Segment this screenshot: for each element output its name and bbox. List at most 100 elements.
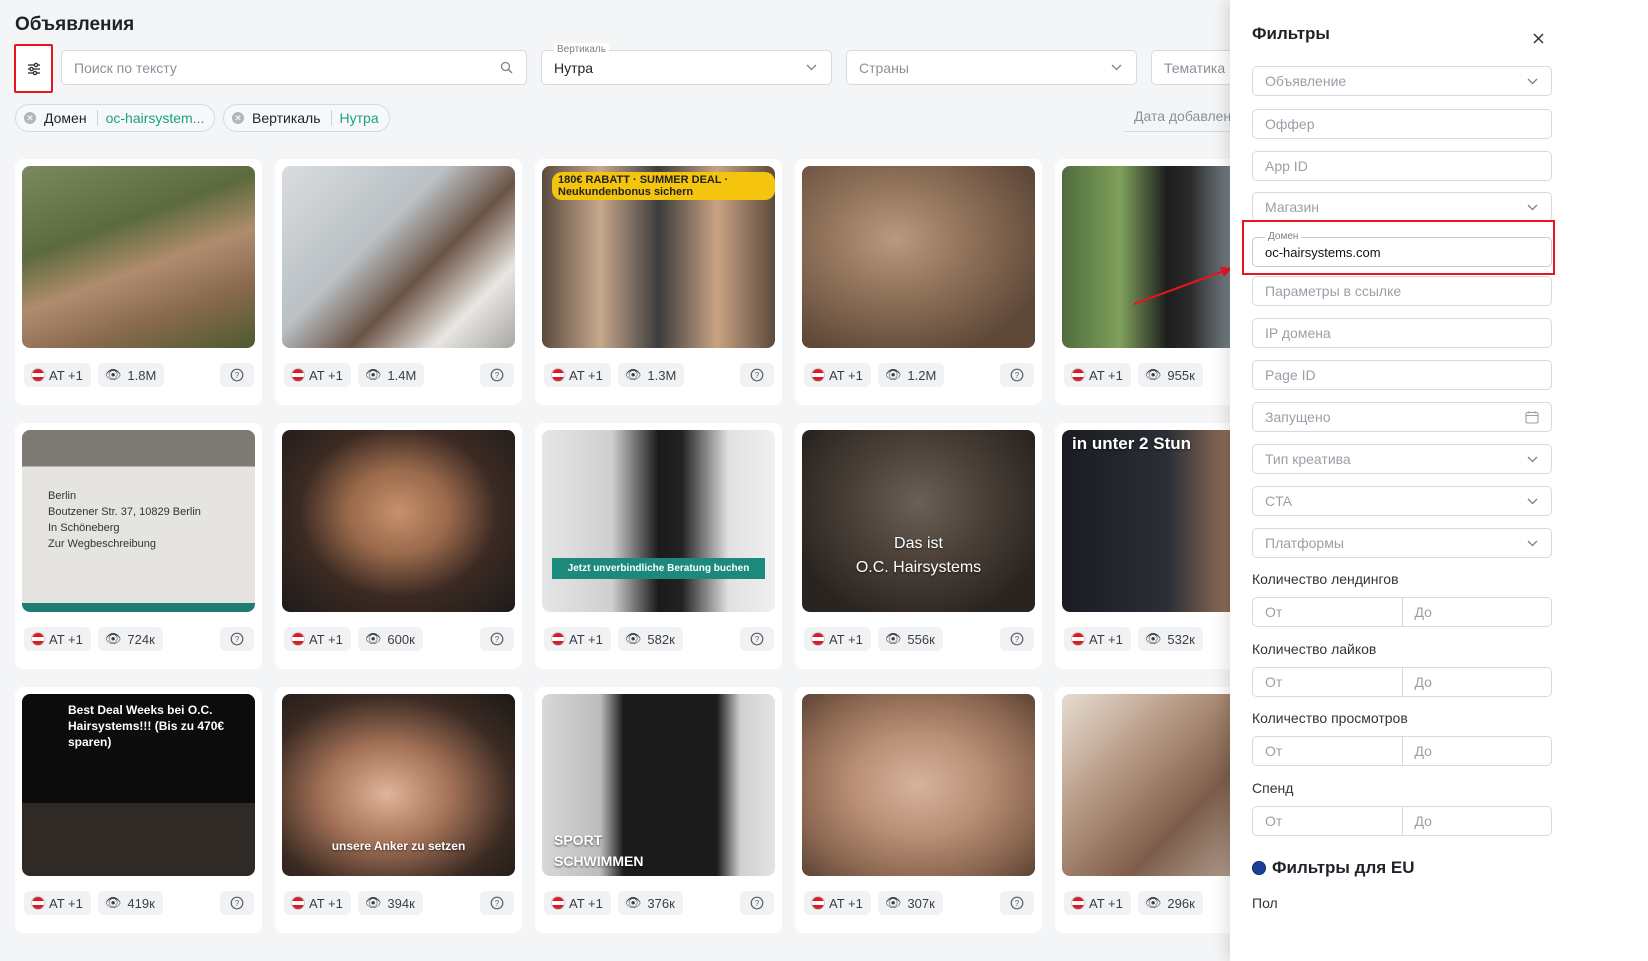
ad-card[interactable]: AT +1 👁 1.8M ?	[15, 159, 262, 405]
active-filter-chip-vertical[interactable]: ✕ Вертикаль Нутра	[223, 104, 390, 132]
ad-thumbnail[interactable]	[802, 694, 1035, 876]
help-icon[interactable]: ?	[740, 627, 774, 651]
ad-thumbnail[interactable]: unsere Anker zu setzen	[282, 694, 515, 876]
spend-range: От До	[1252, 806, 1552, 836]
austria-flag-icon	[811, 896, 825, 910]
filter-toggle-button[interactable]	[14, 44, 53, 93]
spend-from-input[interactable]: От	[1253, 807, 1402, 835]
views-badge: 👁 296к	[1137, 891, 1203, 915]
svg-text:?: ?	[755, 371, 760, 380]
ad-card[interactable]: Das ist O.C. Hairsystems AT +1 👁 556к ?	[795, 423, 1042, 669]
cta-select[interactable]: CTA	[1252, 486, 1552, 516]
eye-icon: 👁	[884, 367, 902, 382]
ad-thumbnail[interactable]	[282, 166, 515, 348]
ad-thumbnail[interactable]: Best Deal Weeks bei O.C. Hairsystems!!! …	[22, 694, 255, 876]
chevron-down-icon	[803, 60, 819, 76]
eye-icon: 👁	[364, 895, 382, 910]
remove-filter-icon[interactable]: ✕	[232, 112, 244, 124]
geo-badge: AT +1	[24, 891, 91, 915]
creative-type-select[interactable]: Тип креатива	[1252, 444, 1552, 474]
search-icon	[498, 60, 514, 76]
ad-thumbnail[interactable]	[22, 166, 255, 348]
remove-filter-icon[interactable]: ✕	[24, 112, 36, 124]
help-icon[interactable]: ?	[220, 363, 254, 387]
domain-ip-input[interactable]: IP домена	[1252, 318, 1552, 348]
views-badge: 👁 955к	[1137, 363, 1203, 387]
ad-card[interactable]: Berlin Boutzener Str. 37, 10829 Berlin I…	[15, 423, 262, 669]
spend-to-input[interactable]: До	[1401, 807, 1552, 835]
launched-date-input[interactable]: Запущено	[1252, 402, 1552, 432]
ad-select[interactable]: Объявление	[1252, 66, 1552, 96]
ad-thumbnail[interactable]: Berlin Boutzener Str. 37, 10829 Berlin I…	[22, 430, 255, 612]
likes-from-input[interactable]: От	[1253, 668, 1402, 696]
help-icon[interactable]: ?	[1000, 363, 1034, 387]
eye-icon: 👁	[884, 895, 902, 910]
svg-text:?: ?	[495, 899, 500, 908]
ad-card[interactable]: AT +1 👁 600к ?	[275, 423, 522, 669]
landings-from-input[interactable]: От	[1253, 598, 1402, 626]
ad-card[interactable]: AT +1 👁 1.4M ?	[275, 159, 522, 405]
ad-thumbnail[interactable]: 180€ RABATT · SUMMER DEAL · Neukundenbon…	[542, 166, 775, 348]
ad-thumbnail[interactable]	[802, 166, 1035, 348]
svg-text:?: ?	[235, 371, 240, 380]
views-from-input[interactable]: От	[1253, 737, 1402, 765]
ad-thumbnail[interactable]: SPORT SCHWIMMEN	[542, 694, 775, 876]
austria-flag-icon	[811, 368, 825, 382]
austria-flag-icon	[31, 896, 45, 910]
help-icon[interactable]: ?	[1000, 627, 1034, 651]
ad-thumbnail[interactable]: Das ist O.C. Hairsystems	[802, 430, 1035, 612]
svg-text:?: ?	[755, 635, 760, 644]
help-icon[interactable]: ?	[480, 627, 514, 651]
geo-badge: AT +1	[1064, 627, 1131, 651]
eu-filters-heading: Фильтры для EU	[1252, 858, 1415, 878]
chevron-down-icon	[1108, 60, 1124, 76]
offer-input[interactable]: Оффер	[1252, 109, 1552, 139]
views-badge: 👁 582к	[617, 627, 683, 651]
ad-card[interactable]: AT +1 👁 1.2M ?	[795, 159, 1042, 405]
ad-card[interactable]: Jetzt unverbindliche Beratung buchen AT …	[535, 423, 782, 669]
help-icon[interactable]: ?	[480, 891, 514, 915]
likes-count-range: От До	[1252, 667, 1552, 697]
ad-thumbnail[interactable]: Jetzt unverbindliche Beratung buchen	[542, 430, 775, 612]
ad-thumbnail[interactable]	[282, 430, 515, 612]
ad-card[interactable]: 180€ RABATT · SUMMER DEAL · Neukundenbon…	[535, 159, 782, 405]
austria-flag-icon	[291, 632, 305, 646]
help-icon[interactable]: ?	[740, 363, 774, 387]
countries-select[interactable]: Страны	[846, 50, 1137, 85]
help-icon[interactable]: ?	[740, 891, 774, 915]
domain-input[interactable]: Домен oc-hairsystems.com	[1252, 230, 1552, 267]
views-badge: 👁 307к	[877, 891, 943, 915]
help-icon[interactable]: ?	[220, 891, 254, 915]
search-input[interactable]: Поиск по тексту	[61, 50, 527, 85]
vertical-select[interactable]: Вертикаль Нутра	[541, 43, 832, 85]
landings-count-range: От До	[1252, 597, 1552, 627]
austria-flag-icon	[291, 368, 305, 382]
page-title: Объявления	[15, 14, 135, 35]
views-to-input[interactable]: До	[1401, 737, 1552, 765]
eye-icon: 👁	[624, 631, 642, 646]
help-icon[interactable]: ?	[220, 627, 254, 651]
landings-to-input[interactable]: До	[1401, 598, 1552, 626]
ad-card[interactable]: AT +1 👁 307к ?	[795, 687, 1042, 933]
ad-card[interactable]: SPORT SCHWIMMEN AT +1 👁 376к ?	[535, 687, 782, 933]
help-icon[interactable]: ?	[480, 363, 514, 387]
likes-to-input[interactable]: До	[1401, 668, 1552, 696]
likes-count-label: Количество лайков	[1252, 641, 1377, 657]
page-id-input[interactable]: Page ID	[1252, 360, 1552, 390]
main-area: Объявления Поиск по тексту Вертикаль Нут…	[0, 0, 1292, 961]
link-params-input[interactable]: Параметры в ссылке	[1252, 276, 1552, 306]
eye-icon: 👁	[1144, 895, 1162, 910]
geo-badge: AT +1	[544, 891, 611, 915]
platforms-select[interactable]: Платформы	[1252, 528, 1552, 558]
help-icon[interactable]: ?	[1000, 891, 1034, 915]
app-id-input[interactable]: App ID	[1252, 151, 1552, 181]
filters-panel-title: Фильтры	[1252, 24, 1330, 43]
calendar-icon[interactable]	[1525, 410, 1539, 424]
ad-card[interactable]: Best Deal Weeks bei O.C. Hairsystems!!! …	[15, 687, 262, 933]
sort-select[interactable]: Дата добавлени	[1134, 108, 1239, 124]
svg-text:?: ?	[495, 371, 500, 380]
close-icon[interactable]	[1530, 30, 1546, 46]
ad-card[interactable]: unsere Anker zu setzen AT +1 👁 394к ?	[275, 687, 522, 933]
store-select[interactable]: Магазин	[1252, 192, 1552, 222]
active-filter-chip-domain[interactable]: ✕ Домен oc-hairsystem...	[15, 104, 216, 132]
